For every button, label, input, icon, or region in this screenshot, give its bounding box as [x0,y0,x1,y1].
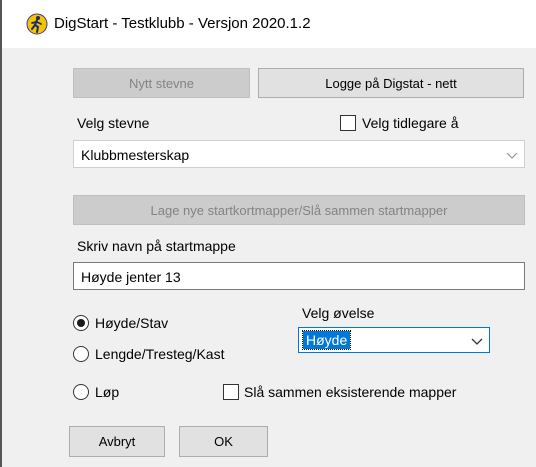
dialog-body: Nytt stevne Logge på Digstat - nett Velg… [2,48,536,467]
radio-lop-label[interactable]: Løp [95,383,119,401]
radio-lengde-tresteg-kast[interactable] [73,346,89,362]
exercise-combobox[interactable]: Høyde [298,327,490,353]
chevron-down-icon[interactable] [470,334,484,348]
earlier-events-checkbox[interactable] [340,115,356,131]
cancel-button[interactable]: Avbryt [69,426,165,457]
radio-lengde-tresteg-kast-label[interactable]: Lengde/Tresteg/Kast [95,345,224,363]
event-select-label: Velg stevne [77,115,150,131]
merge-folders-checkbox[interactable] [223,384,239,400]
make-startcard-folders-button[interactable]: Lage nye startkortmapper/Slå sammen star… [73,195,525,225]
exercise-combobox-value: Høyde [301,330,352,350]
radio-lop[interactable] [73,384,89,400]
chevron-down-icon[interactable] [505,148,519,162]
radio-selected-dot [77,319,85,327]
merge-folders-label[interactable]: Slå sammen eksisterende mapper [244,383,456,401]
new-event-button[interactable]: Nytt stevne [73,68,250,98]
earlier-events-label[interactable]: Velg tidlegare å [362,114,459,132]
event-combobox[interactable]: Klubbmesterskap [73,140,525,168]
title-bar[interactable]: DigStart - Testklubb - Versjon 2020.1.2 [2,0,536,48]
folder-name-input[interactable]: Høyde jenter 13 [73,262,525,290]
radio-hoyde-stav[interactable] [73,315,89,331]
event-combobox-value: Klubbmesterskap [81,147,190,163]
ok-button[interactable]: OK [179,426,268,457]
window-title: DigStart - Testklubb - Versjon 2020.1.2 [54,15,311,32]
login-digstat-button[interactable]: Logge på Digstat - nett [258,68,524,98]
radio-hoyde-stav-label[interactable]: Høyde/Stav [95,314,168,332]
runner-icon [26,13,48,35]
folder-name-label: Skriv navn på startmappe [77,238,236,254]
folder-name-value: Høyde jenter 13 [81,269,181,285]
exercise-select-label: Velg øvelse [302,305,375,321]
